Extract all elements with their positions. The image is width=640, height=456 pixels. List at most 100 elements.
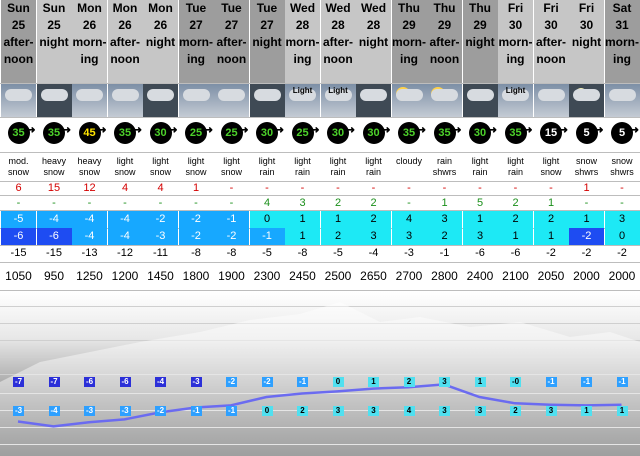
day-label: Wed: [325, 1, 351, 15]
snow-cell: -: [371, 182, 376, 194]
wind-speed-icon: 35 ➜: [7, 122, 36, 144]
wind-arrow-icon: ➜: [630, 125, 639, 136]
max-cell: -2: [143, 211, 178, 228]
date-label: 27: [224, 18, 239, 32]
level-cell: 2000: [573, 269, 600, 283]
wind-cell: 35 ➜: [498, 118, 533, 152]
chill-cell: -4: [368, 247, 379, 259]
rain-cell: 1: [547, 197, 555, 209]
chill-cell: -2: [581, 247, 592, 259]
wind-arrow-icon: ➜: [417, 125, 426, 136]
max-cell: 1: [285, 211, 320, 228]
rain-cell: 2: [370, 197, 377, 209]
min-cell: 3: [462, 228, 498, 245]
level-cell: 2000: [608, 269, 636, 283]
day-label: Thu: [469, 1, 491, 15]
snow-cell: 1: [583, 182, 590, 194]
desc-cell: light rain: [294, 156, 311, 177]
level-cell: 1050: [5, 269, 32, 283]
max-cell: -1: [214, 211, 249, 228]
wx-cell: [391, 84, 427, 117]
max-cell: 1: [320, 211, 356, 228]
wind-speed-icon: 30 ➜: [327, 122, 355, 144]
wind-arrow-icon: ➜: [382, 125, 391, 136]
upper-temp-box: -6: [84, 377, 95, 387]
wind-cell: 30 ➜: [250, 118, 285, 152]
rain-icon: [427, 84, 462, 117]
period-label: night: [252, 35, 282, 49]
cloud-shape: [111, 89, 139, 101]
wx-cell: [107, 84, 143, 117]
snow-cell: -: [549, 182, 553, 194]
min-cell: -2: [178, 228, 214, 245]
upper-temp-box: 1: [474, 377, 486, 387]
max-cell: 2: [533, 211, 569, 228]
chill-cell: -8: [297, 247, 308, 259]
max-cell: 0: [249, 211, 285, 228]
hdr-cell: Wed 28 morn- ing: [285, 0, 320, 83]
chill-cell: -12: [117, 247, 133, 259]
rain-cell: 3: [299, 197, 306, 209]
wind-arrow-icon: ➜: [62, 125, 71, 136]
desc-cell: light rain: [258, 156, 276, 177]
day-label: Mon: [148, 1, 173, 15]
mountain-background: [0, 302, 640, 456]
hdr-cell: Thu 29 morn- ing: [391, 0, 427, 83]
wind-speed-icon: 30 ➜: [149, 122, 178, 144]
upper-temp-box: -1: [581, 377, 592, 387]
level-cell: 1800: [182, 269, 210, 283]
hdr-cell: Wed 28 night: [356, 0, 391, 83]
wind-arrow-icon: ➜: [275, 125, 284, 136]
rain-cell: 5: [476, 197, 484, 209]
upper-temp-box: 0: [332, 377, 344, 387]
chill-cell: -3: [404, 247, 414, 259]
upper-temp-box: -1: [297, 377, 308, 387]
wind-speed-icon: 5 ➜: [611, 122, 639, 144]
lower-temp-box: 3: [332, 406, 344, 416]
period-label: after- noon: [535, 35, 566, 66]
lower-temp-box: -1: [226, 406, 237, 416]
date-label: 25: [11, 18, 26, 32]
max-cell: 1: [569, 211, 604, 228]
cloud-shape: [147, 89, 174, 101]
rain-cell: 2: [334, 197, 342, 209]
date-label: 30: [544, 18, 558, 32]
wind-cell: 25 ➜: [285, 118, 320, 152]
day-label: Mon: [77, 1, 102, 15]
lower-temp-box: -3: [13, 406, 24, 416]
snow-cell: -: [442, 182, 447, 194]
max-cell: -2: [178, 211, 214, 228]
wind-speed-icon: 30 ➜: [469, 122, 497, 144]
hdr-cell: Fri 30 morn- ing: [498, 0, 533, 83]
period-label: night: [145, 35, 176, 49]
chill-cell: -6: [510, 247, 521, 259]
hdr-cell: Thu 29 after- noon: [427, 0, 462, 83]
chill-cell: -15: [46, 247, 62, 259]
date-label: 30: [508, 18, 523, 32]
wind-speed-icon: 35 ➜: [504, 122, 533, 144]
min-cell: 3: [391, 228, 427, 245]
rain-cell: -: [52, 197, 56, 209]
lower-temp-box: -3: [119, 406, 131, 416]
upper-temp-box: -4: [155, 377, 166, 387]
date-label: 30: [579, 18, 594, 32]
snow-cell: 12: [83, 182, 96, 194]
lower-temp-box: 0: [261, 406, 273, 416]
wind-arrow-icon: ➜: [204, 125, 213, 136]
hdr-cell: Tue 27 after- noon: [214, 0, 249, 83]
upper-temp-box: -7: [13, 377, 24, 387]
level-cell: 1450: [147, 269, 174, 283]
desc-cell: light rain: [329, 156, 347, 177]
date-label: 25: [47, 18, 61, 32]
period-label: morn- ing: [605, 35, 639, 66]
upper-temp-box: -6: [119, 377, 131, 387]
wind-arrow-icon: ➜: [169, 125, 178, 136]
snow-icon: [214, 84, 249, 117]
period-label: after- noon: [109, 35, 140, 66]
snow-icon: [605, 84, 640, 117]
rain-cell: 4: [263, 197, 271, 209]
level-cell: 2700: [395, 269, 423, 283]
rain-cell: 2: [512, 197, 519, 209]
wind-arrow-icon: ➜: [240, 125, 249, 136]
desc-cell: snow shwrs: [610, 156, 634, 177]
